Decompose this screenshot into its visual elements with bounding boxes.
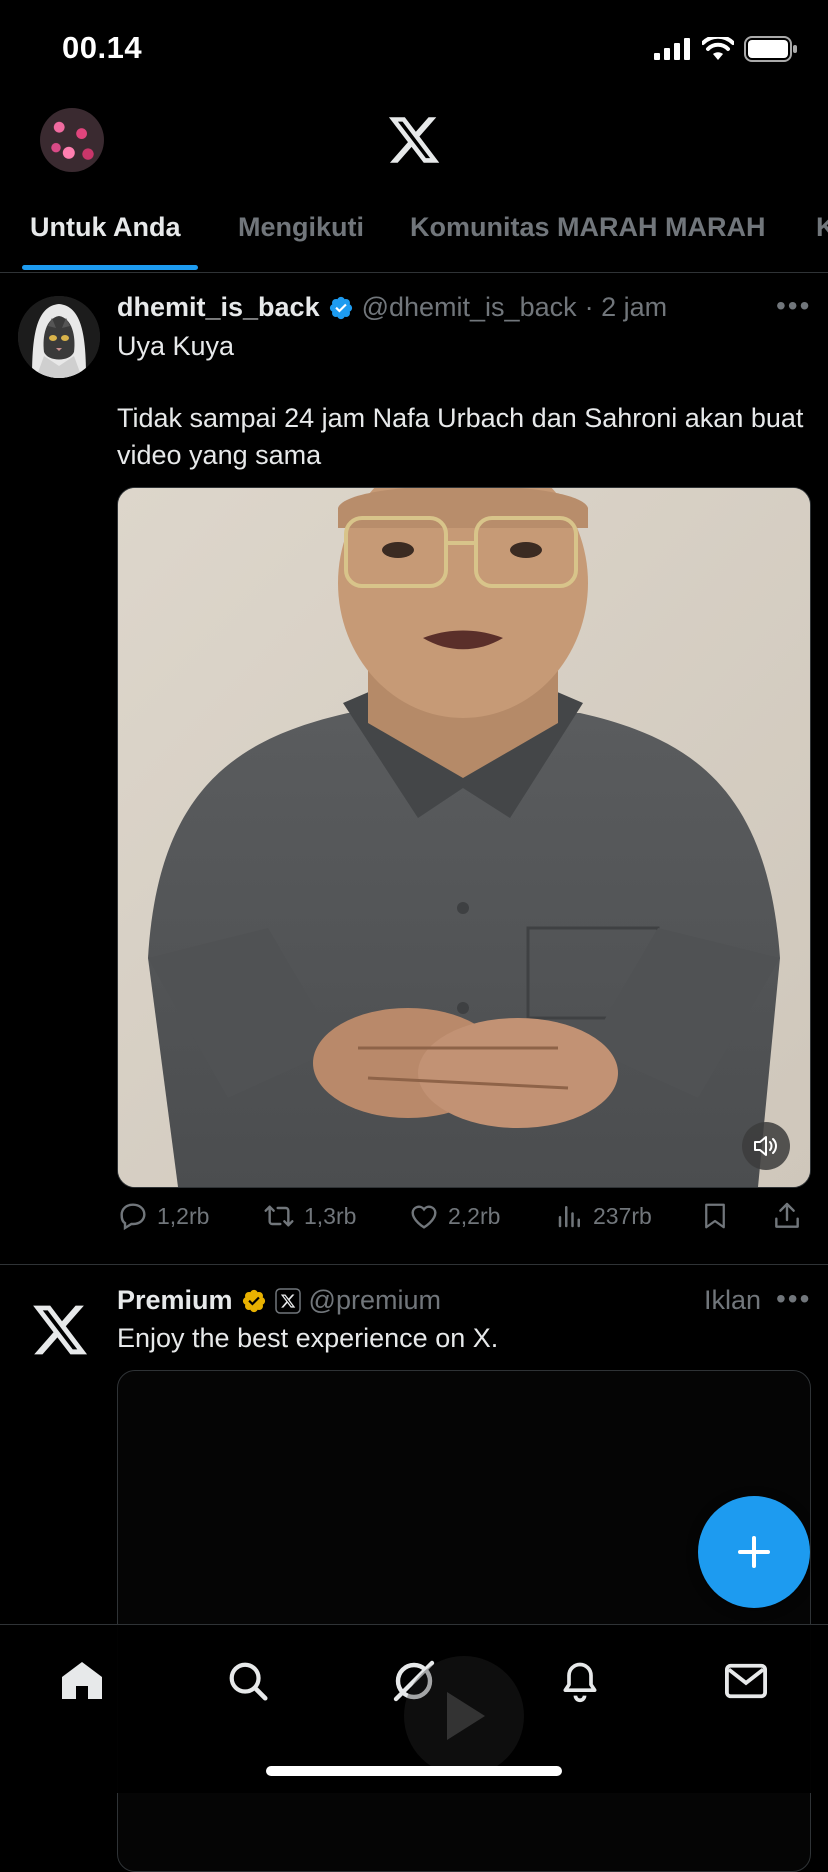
profile-avatar[interactable]	[40, 108, 104, 172]
gold-verified-badge-icon	[242, 1289, 265, 1312]
active-tab-indicator	[22, 265, 198, 270]
wifi-icon	[702, 37, 734, 60]
views-count: 237rb	[593, 1202, 652, 1229]
video-frame-image	[118, 488, 810, 1187]
status-time: 00.14	[62, 30, 143, 65]
share-button[interactable]	[771, 1200, 803, 1232]
tab-mengikuti[interactable]: Mengikuti	[238, 212, 364, 243]
bookmark-icon	[705, 1203, 725, 1229]
timeline-tabs: Untuk Anda Mengikuti Komunitas MARAH MAR…	[0, 200, 828, 273]
views-icon	[558, 1206, 580, 1228]
post-text-body: Enjoy the best experience on X.	[117, 1323, 499, 1353]
author-name[interactable]: dhemit_is_back	[117, 292, 320, 323]
mail-icon	[725, 1663, 767, 1699]
signal-icon	[654, 38, 690, 60]
x-logo-icon[interactable]	[30, 1300, 90, 1360]
ad-media-card[interactable]	[117, 1370, 811, 1872]
home-indicator	[266, 1766, 562, 1776]
post-author-avatar[interactable]	[18, 296, 100, 378]
reply-count: 1,2rb	[157, 1202, 210, 1229]
author-name[interactable]: Premium	[117, 1285, 233, 1316]
repost-icon	[264, 1205, 294, 1227]
like-count: 2,2rb	[448, 1202, 501, 1229]
volume-icon[interactable]	[742, 1122, 790, 1170]
post-text-line: Uya Kuya	[117, 331, 235, 361]
search-icon	[229, 1662, 268, 1701]
post-header: Premium @premium	[117, 1285, 441, 1316]
play-icon[interactable]	[404, 1656, 524, 1776]
divider	[0, 1264, 828, 1265]
repost-button[interactable]: 1,3rb	[262, 1200, 356, 1232]
views-button[interactable]: 237rb	[555, 1200, 652, 1232]
compose-plus-icon	[738, 1536, 770, 1568]
tab-more[interactable]: K	[816, 212, 828, 243]
post-text-body: Tidak sampai 24 jam Nafa Urbach dan Sahr…	[117, 403, 804, 470]
status-icons	[654, 36, 798, 62]
post-video[interactable]	[117, 487, 811, 1188]
post-time: · 2 jam	[584, 292, 668, 322]
repost-count: 1,3rb	[304, 1202, 357, 1229]
hooded-cat-avatar-image	[18, 296, 100, 378]
more-icon[interactable]: •••	[776, 1283, 811, 1315]
x-logo-icon	[388, 117, 440, 163]
like-button[interactable]: 2,2rb	[408, 1200, 500, 1232]
more-icon[interactable]: •••	[776, 290, 811, 322]
ad-label: Iklan	[704, 1285, 762, 1315]
bookmark-button[interactable]	[700, 1200, 730, 1232]
battery-icon	[744, 36, 797, 62]
nav-messages[interactable]	[718, 1653, 774, 1709]
reply-button[interactable]: 1,2rb	[117, 1200, 209, 1232]
tab-untuk-anda[interactable]: Untuk Anda	[30, 212, 181, 243]
nav-search[interactable]	[220, 1653, 276, 1709]
home-icon	[62, 1662, 102, 1699]
author-handle[interactable]: @premium	[309, 1285, 441, 1316]
reply-icon	[120, 1203, 146, 1231]
compose-button[interactable]	[698, 1496, 810, 1608]
post-header: dhemit_is_back @dhemit_is_back · 2 jam	[117, 292, 667, 323]
like-icon	[411, 1205, 437, 1229]
author-handle[interactable]: @dhemit_is_back	[362, 292, 577, 323]
nav-notifications[interactable]	[552, 1653, 608, 1709]
share-icon	[775, 1202, 799, 1228]
x-affiliate-badge-icon	[274, 1287, 301, 1314]
bell-icon	[563, 1662, 597, 1703]
verified-badge-icon	[329, 296, 352, 319]
nav-home[interactable]	[54, 1653, 110, 1709]
tab-komunitas[interactable]: Komunitas MARAH MARAH	[410, 212, 765, 243]
post-actions: 1,2rb 1,3rb 2,2rb 237rb	[117, 1200, 807, 1248]
